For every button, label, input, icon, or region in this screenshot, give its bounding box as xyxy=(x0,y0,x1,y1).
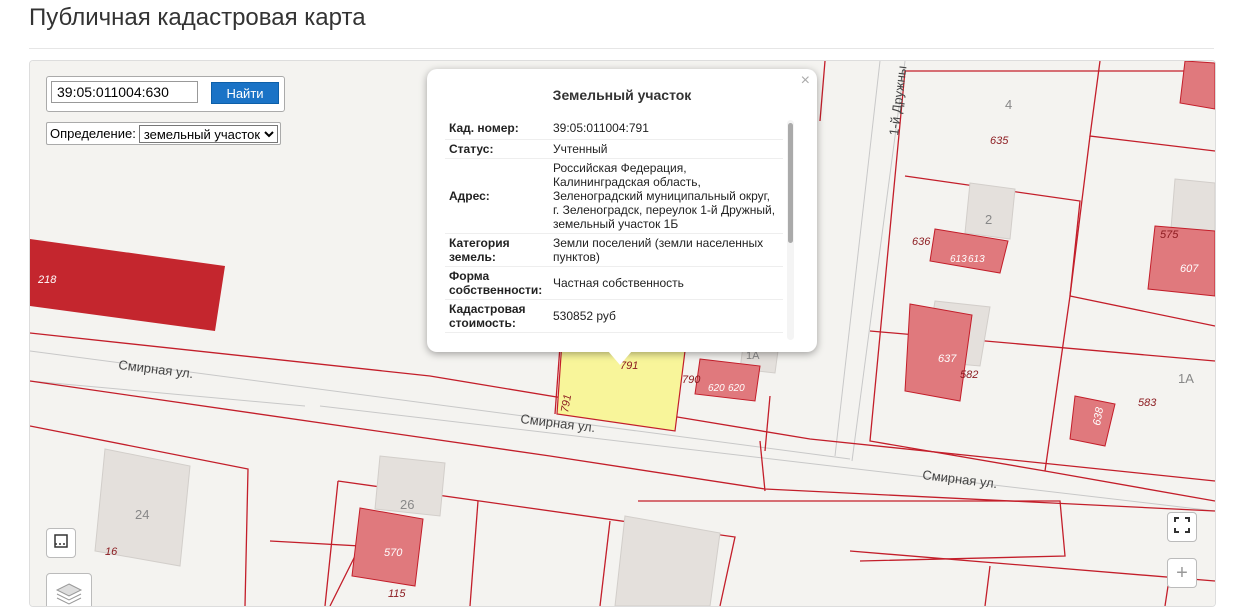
map-label-613-a: 613 xyxy=(950,254,967,265)
ruler-tool-button[interactable] xyxy=(46,528,76,558)
map-label-620-b: 620 xyxy=(728,383,745,394)
definition-label: Определение: xyxy=(50,126,136,141)
map-container[interactable]: 218 791 791 790 620 620 1А 4 635 2 636 6… xyxy=(29,60,1216,607)
search-button[interactable]: Найти xyxy=(211,82,279,104)
table-row: Адрес: Российская Федерация, Калининград… xyxy=(445,158,783,233)
map-label-613-b: 613 xyxy=(968,254,985,265)
cadastral-search-input[interactable] xyxy=(51,81,198,103)
map-label-583: 583 xyxy=(1138,397,1157,409)
table-row: Кадастровая стоимость: 530852 руб xyxy=(445,299,783,332)
property-key: Адрес: xyxy=(445,158,549,233)
property-key: Кад. номер: xyxy=(445,118,549,139)
property-value: Учтенный xyxy=(549,139,783,158)
parcel-properties-table: Кад. номер: 39:05:011004:791 Статус: Учт… xyxy=(445,118,783,333)
definition-panel: Определение: земельный участок xyxy=(46,122,281,145)
map-label-636: 636 xyxy=(912,236,931,248)
map-label-26: 26 xyxy=(400,497,414,512)
map-label-570: 570 xyxy=(384,547,403,559)
map-label-790: 790 xyxy=(682,374,701,386)
table-row: Форма собственности: Частная собственнос… xyxy=(445,266,783,299)
plus-icon: + xyxy=(1176,562,1188,585)
map-label-1a-b: 1А xyxy=(1178,371,1194,386)
fullscreen-icon xyxy=(1173,516,1191,539)
map-label-582: 582 xyxy=(960,369,978,381)
page-title: Публичная кадастровая карта xyxy=(29,4,366,32)
map-label-607: 607 xyxy=(1180,263,1199,275)
map-label-620-a: 620 xyxy=(708,383,725,394)
property-value: 530852 руб xyxy=(549,299,783,332)
layers-icon xyxy=(55,582,83,607)
ruler-icon xyxy=(53,533,69,554)
map-label-4: 4 xyxy=(1005,97,1012,112)
property-value: Земли поселений (земли населенных пункто… xyxy=(549,233,783,266)
popup-pointer xyxy=(608,351,632,365)
table-row: Статус: Учтенный xyxy=(445,139,783,158)
popup-scrollbar-thumb[interactable] xyxy=(788,123,793,243)
map-label-637: 637 xyxy=(938,353,957,365)
parcel-info-popup: × Земельный участок Кад. номер: 39:05:01… xyxy=(427,69,817,352)
map-label-115: 115 xyxy=(388,588,406,600)
property-value: Российская Федерация, Калининградская об… xyxy=(549,158,783,233)
layers-button[interactable] xyxy=(46,573,92,607)
property-value: Частная собственность xyxy=(549,266,783,299)
search-panel: Найти xyxy=(46,76,285,112)
zoom-in-button[interactable]: + xyxy=(1167,558,1197,588)
fullscreen-button[interactable] xyxy=(1167,512,1197,542)
map-label-575: 575 xyxy=(1160,229,1179,241)
table-row: Категория земель: Земли поселений (земли… xyxy=(445,233,783,266)
title-divider xyxy=(29,48,1214,49)
map-label-2: 2 xyxy=(985,212,992,227)
map-label-635: 635 xyxy=(990,135,1009,147)
map-label-218: 218 xyxy=(37,274,57,286)
map-label-16: 16 xyxy=(105,546,118,558)
property-key: Статус: xyxy=(445,139,549,158)
property-key: Категория земель: xyxy=(445,233,549,266)
popup-body[interactable]: Кад. номер: 39:05:011004:791 Статус: Учт… xyxy=(445,118,783,340)
definition-select[interactable]: земельный участок xyxy=(139,125,278,143)
map-label-24: 24 xyxy=(135,507,149,522)
property-key: Форма собственности: xyxy=(445,266,549,299)
property-key: Кадастровая стоимость: xyxy=(445,299,549,332)
popup-title: Земельный участок xyxy=(427,87,817,103)
property-value: 39:05:011004:791 xyxy=(549,118,783,139)
table-row: Кад. номер: 39:05:011004:791 xyxy=(445,118,783,139)
